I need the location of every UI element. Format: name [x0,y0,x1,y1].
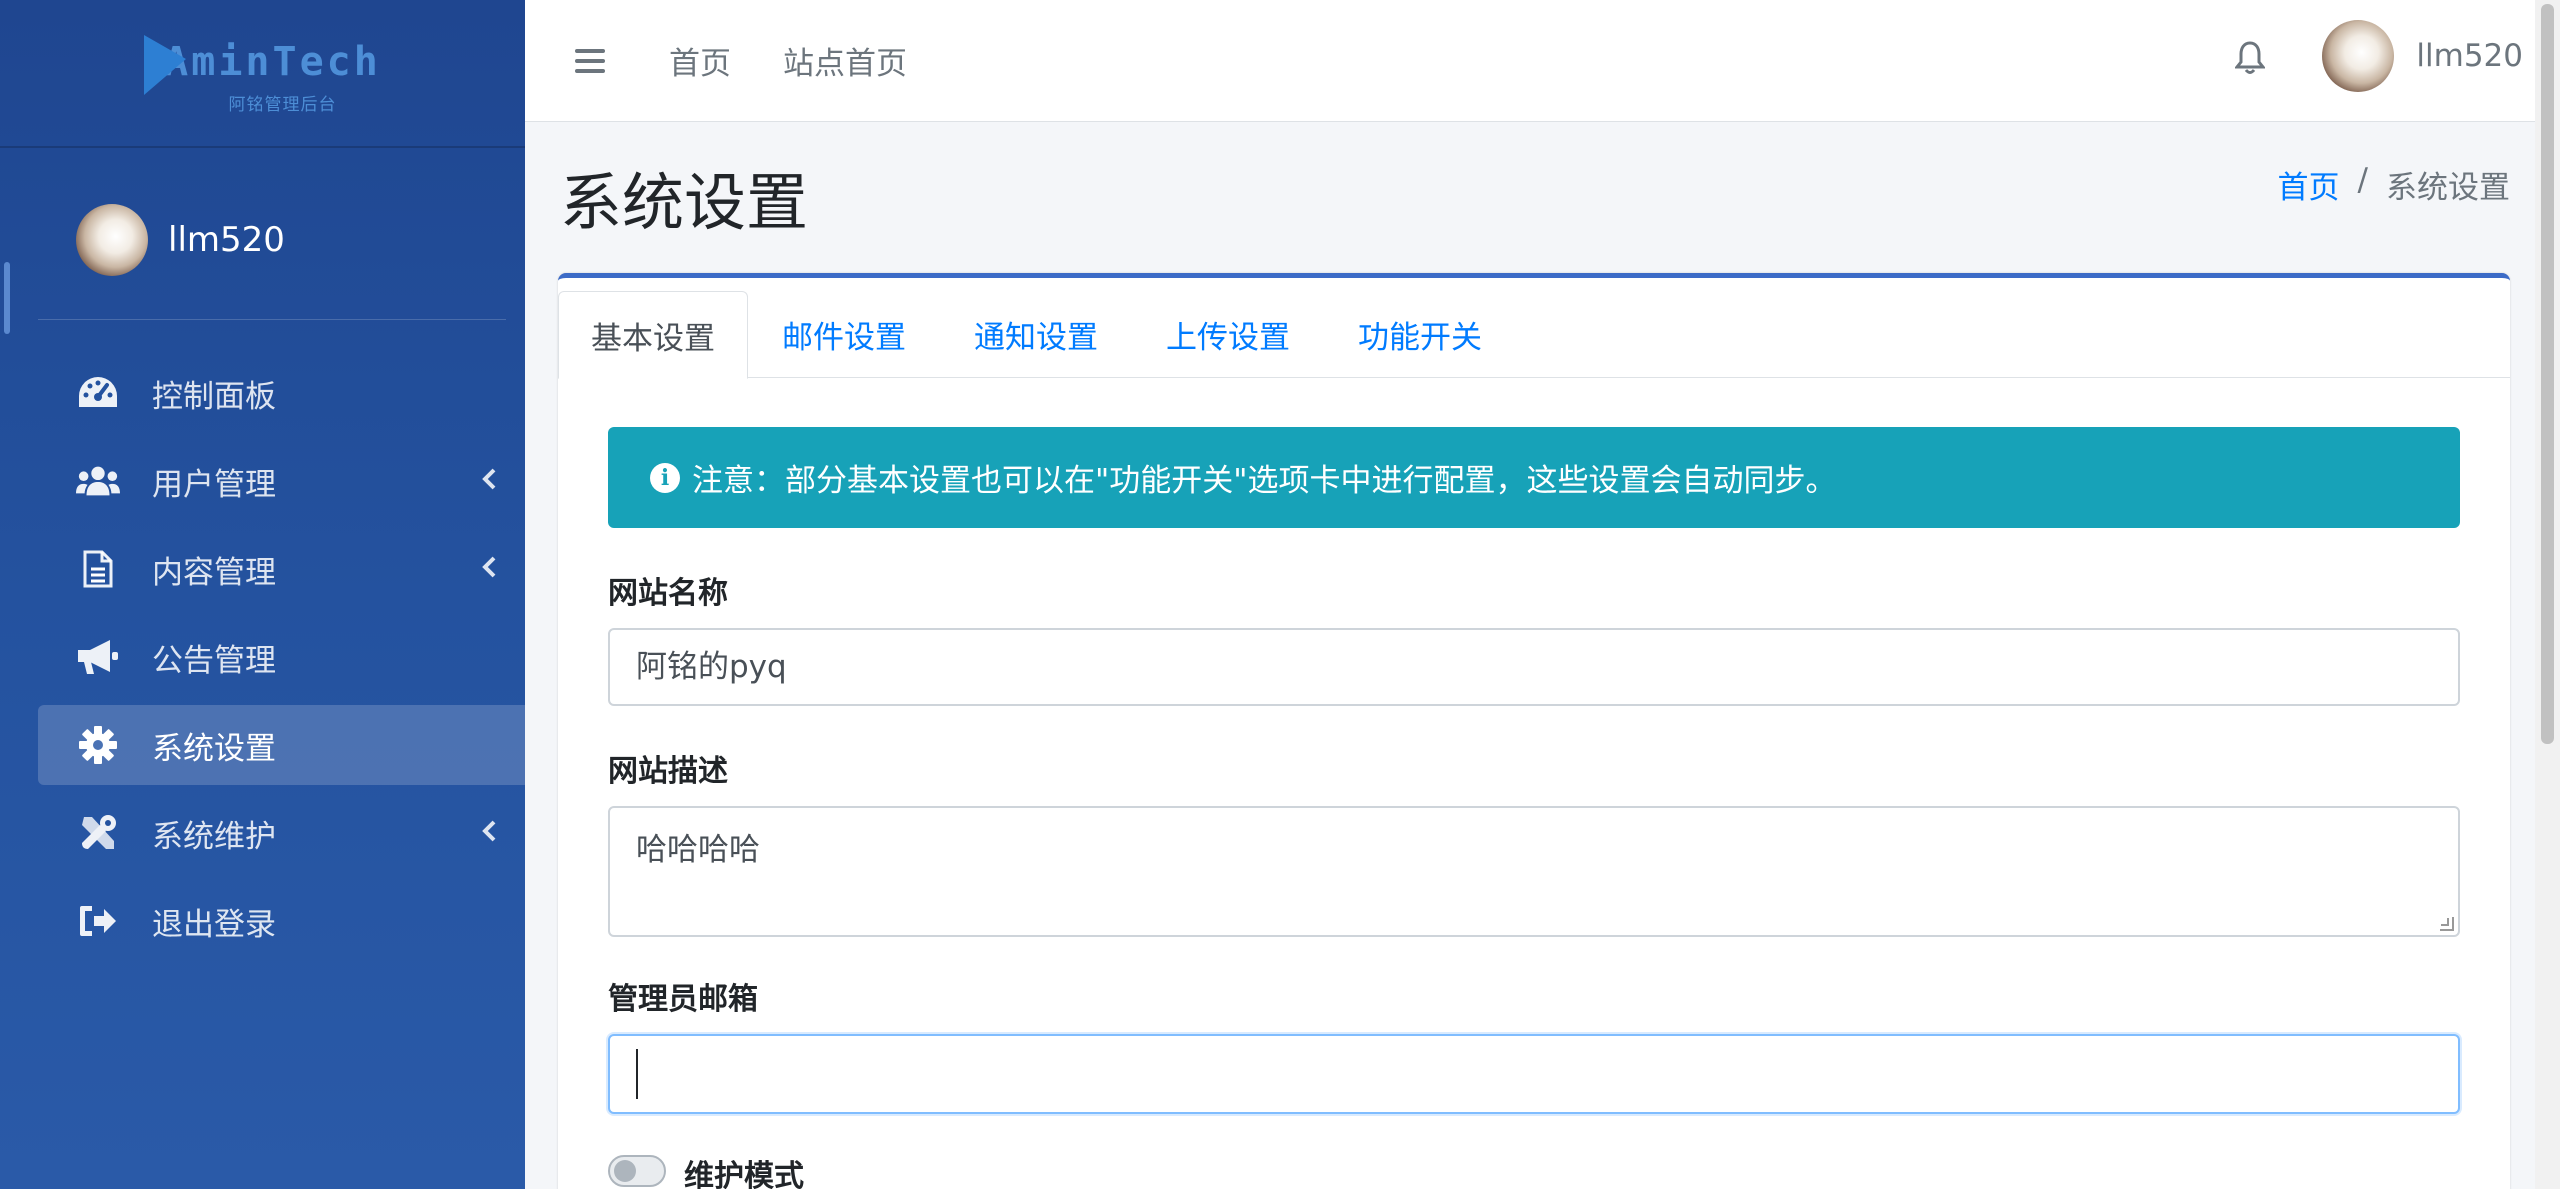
site-description-label: 网站描述 [608,754,728,789]
sidebar-item-label: 用户管理 [152,466,276,503]
sidebar: AminTech 阿铭管理后台 llm520 控制面板 用户管理 内容管理 公告… [0,0,525,1189]
sign-out-icon [76,899,120,943]
sidebar-item-announcements[interactable]: 公告管理 [38,617,525,697]
sidebar-item-dashboard[interactable]: 控制面板 [38,353,525,433]
sidebar-item-users[interactable]: 用户管理 [38,441,525,521]
tools-icon [76,811,120,855]
info-circle-icon: i [650,462,680,493]
gear-icon [76,723,120,767]
avatar [76,203,148,276]
logo-text: AminTech [164,38,381,85]
sidebar-item-label: 系统设置 [152,730,276,767]
sidebar-item-label: 系统维护 [152,818,276,855]
tab-email[interactable]: 邮件设置 [748,291,940,378]
info-alert: i 注意：部分基本设置也可以在"功能开关"选项卡中进行配置，这些设置会自动同步。 [608,427,2460,528]
page-scrollbar[interactable] [2535,0,2560,1189]
site-name-input[interactable]: 阿铭的pyq [608,628,2460,706]
menu-toggle-icon[interactable] [575,43,605,79]
breadcrumb-current: 系统设置 [2386,170,2510,206]
tab-notification[interactable]: 通知设置 [940,291,1132,378]
maintenance-mode-toggle[interactable] [608,1155,666,1187]
brand[interactable]: AminTech 阿铭管理后台 [0,0,525,148]
users-icon [76,459,120,503]
admin-email-label: 管理员邮箱 [608,982,758,1017]
sidebar-item-logout[interactable]: 退出登录 [38,881,525,961]
tab-basic[interactable]: 基本设置 [558,291,748,379]
nav-link-home[interactable]: 首页 [669,38,731,83]
top-username: llm520 [2416,38,2523,74]
sidebar-item-label: 公告管理 [152,642,276,679]
logo-mark-icon [144,28,187,95]
sidebar-username: llm520 [168,219,285,260]
settings-tabs: 基本设置 邮件设置 通知设置 上传设置 功能开关 [558,291,2510,379]
file-text-icon [76,547,120,591]
logo-subtitle: 阿铭管理后台 [228,94,337,115]
avatar [2322,20,2395,92]
resize-handle-icon[interactable] [2440,917,2454,931]
breadcrumb-separator: / [2357,162,2368,198]
scrollbar-thumb[interactable] [2541,4,2554,744]
site-name-label: 网站名称 [608,576,728,611]
breadcrumb: 首页 / 系统设置 [2278,162,2510,207]
maintenance-mode-label: 维护模式 [684,1159,804,1189]
chevron-left-icon [481,819,497,847]
chevron-left-icon [481,555,497,583]
sidebar-scroll-indicator [4,262,10,334]
sidebar-item-label: 退出登录 [152,906,276,943]
sidebar-item-maintenance[interactable]: 系统维护 [38,793,525,873]
site-description-value: 哈哈哈哈 [636,832,760,868]
admin-email-input[interactable] [608,1034,2460,1114]
breadcrumb-home[interactable]: 首页 [2278,162,2340,207]
bullhorn-icon [76,635,120,679]
bell-icon[interactable] [2233,40,2267,80]
alert-text: 注意：部分基本设置也可以在"功能开关"选项卡中进行配置，这些设置会自动同步。 [692,463,1837,499]
settings-card: 基本设置 邮件设置 通知设置 上传设置 功能开关 i 注意：部分基本设置也可以在… [558,273,2510,1189]
nav-link-site-home[interactable]: 站点首页 [783,38,907,83]
site-description-textarea[interactable]: 哈哈哈哈 [608,806,2460,937]
chevron-left-icon [481,467,497,495]
sidebar-user-panel[interactable]: llm520 [38,178,506,320]
tab-features[interactable]: 功能开关 [1324,291,1516,378]
sidebar-item-label: 内容管理 [152,554,276,591]
toggle-knob [614,1160,636,1182]
sidebar-nav: 控制面板 用户管理 内容管理 公告管理 系统设置 系统维护 退出登录 [38,353,525,969]
sidebar-item-label: 控制面板 [152,378,276,415]
sidebar-item-content[interactable]: 内容管理 [38,529,525,609]
brand-logo: AminTech 阿铭管理后台 [144,28,381,115]
site-name-value: 阿铭的pyq [636,649,787,685]
page-title: 系统设置 [560,166,809,239]
tachometer-icon [76,371,120,415]
sidebar-item-settings[interactable]: 系统设置 [38,705,525,785]
top-navbar: 首页 站点首页 llm520 [525,0,2535,122]
text-cursor [636,1049,638,1099]
tab-upload[interactable]: 上传设置 [1132,291,1324,378]
user-menu[interactable]: llm520 [2322,20,2523,92]
